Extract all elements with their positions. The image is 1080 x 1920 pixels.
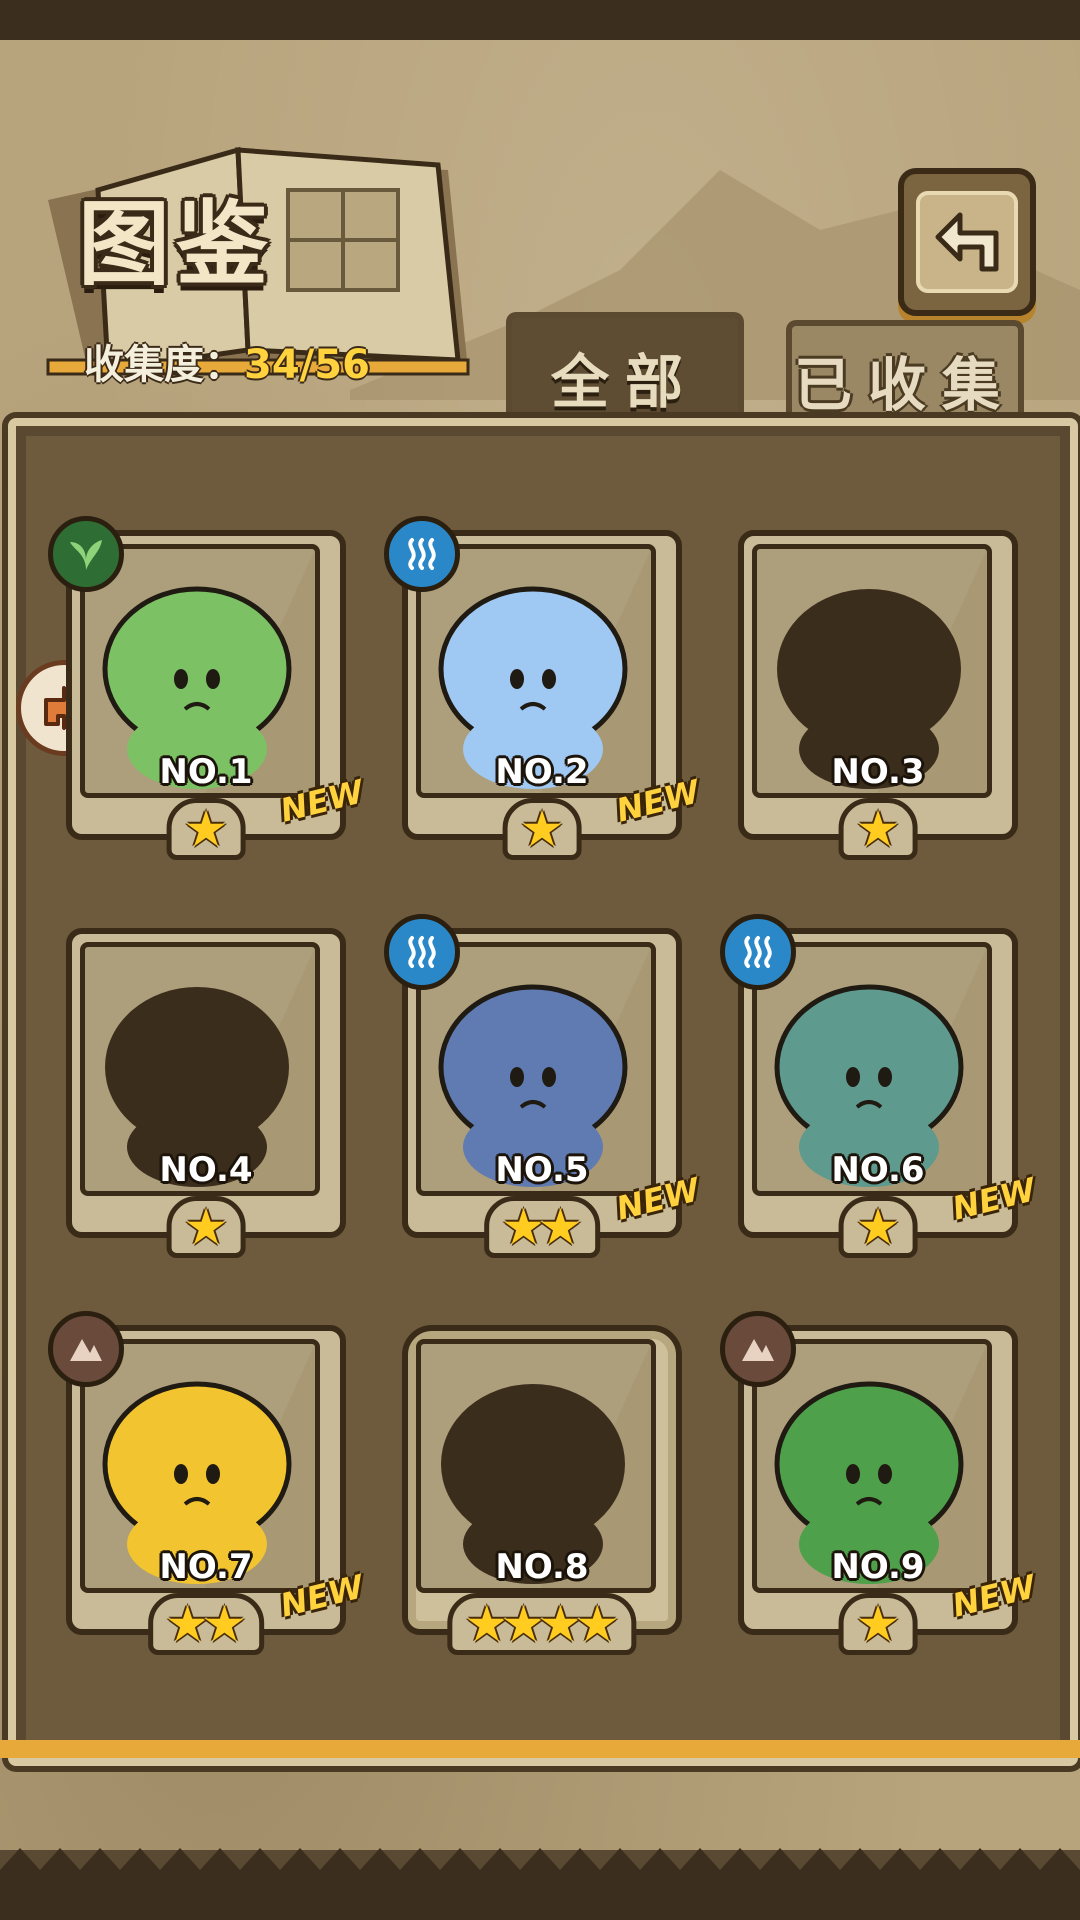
star-rating: ★ ★ ★ ★ [447,1593,637,1655]
star-icon: ★ [855,1198,901,1256]
back-button[interactable] [898,168,1036,316]
star-rating: ★ [838,1196,918,1258]
monster-card[interactable]: NO.7 ★ ★ NEW [48,1311,367,1655]
monster-card[interactable]: NO.4 ★ [66,928,346,1258]
water-icon [720,914,796,990]
star-rating: ★ [838,798,918,860]
card-number: NO.3 [831,752,925,792]
return-arrow-icon [916,191,1018,293]
collection-label: 收集度： [84,342,244,388]
monster-card[interactable]: NO.8 ★ ★ ★ ★ [402,1325,682,1655]
zigzag-bottom-border [0,1848,1080,1920]
star-icon: ★ [183,1198,229,1256]
star-rating: ★ ★ [148,1593,264,1655]
frame-accent-bar [0,1740,1080,1758]
monster-card[interactable]: NO.6 ★ NEW [720,914,1039,1258]
water-icon [384,914,460,990]
earth-icon [48,1311,124,1387]
card-number: NO.4 [159,1150,253,1190]
collection-value: 34/56 [244,342,370,388]
star-rating: ★ [166,798,246,860]
monster-card[interactable]: NO.5 ★ ★ NEW [384,914,703,1258]
page-title: 图鉴 [78,190,275,298]
star-icon: ★ [202,1595,247,1653]
leaf-icon [48,516,124,592]
star-rating: ★ [166,1196,246,1258]
star-icon: ★ [538,1198,583,1256]
tab-collected[interactable]: 已收集 [786,320,1024,434]
star-rating: ★ [502,798,582,860]
star-icon: ★ [855,800,901,858]
card-number: NO.8 [495,1547,589,1587]
star-icon: ★ [574,1595,620,1653]
monster-card[interactable]: NO.9 ★ NEW [720,1311,1039,1655]
star-icon: ★ [183,800,229,858]
star-rating: ★ [838,1593,918,1655]
star-rating: ★ ★ [484,1196,600,1258]
collection-progress: 收集度：34/56 [84,332,370,390]
monster-card[interactable]: NO.1 ★ NEW [48,516,367,860]
water-icon [384,516,460,592]
star-icon: ★ [855,1595,901,1653]
earth-icon [720,1311,796,1387]
monster-card[interactable]: NO.3 ★ [738,530,1018,860]
monster-card[interactable]: NO.2 ★ NEW [384,516,703,860]
star-icon: ★ [519,800,565,858]
